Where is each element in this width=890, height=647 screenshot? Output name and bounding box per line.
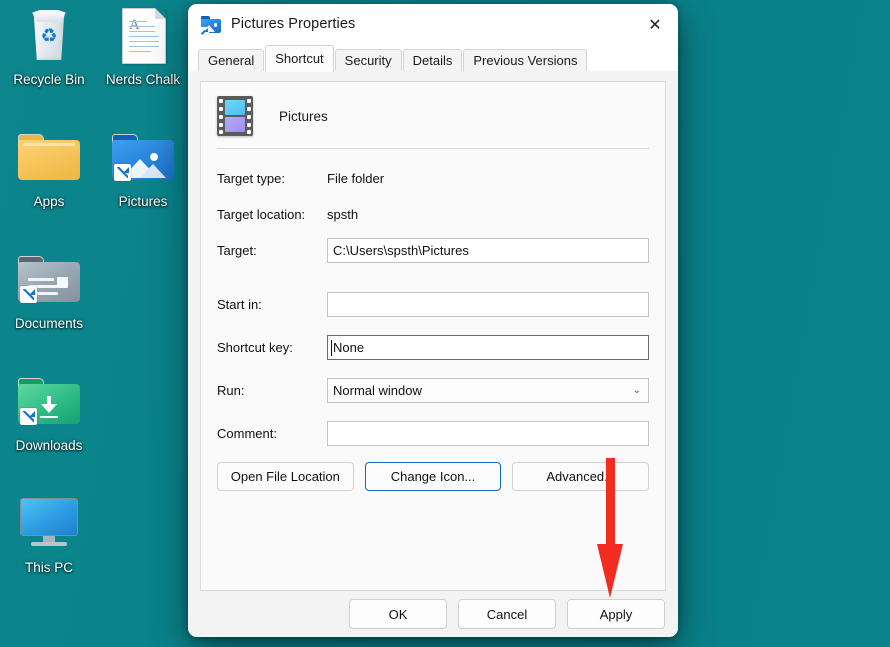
pictures-shortcut-icon xyxy=(201,16,221,34)
pictures-properties-dialog: Pictures Properties ✕ General Shortcut S… xyxy=(188,4,678,637)
text-document-icon: A xyxy=(96,6,190,68)
apply-button[interactable]: Apply xyxy=(567,599,665,629)
desktop-icon-this-pc[interactable]: This PC xyxy=(2,494,96,576)
field-target: Target: C:\Users\spsth\Pictures xyxy=(201,235,665,265)
documents-folder-icon xyxy=(2,250,96,312)
field-label: Start in: xyxy=(217,297,327,312)
desktop-icon-label: This PC xyxy=(2,560,96,576)
target-input[interactable]: C:\Users\spsth\Pictures xyxy=(327,238,649,263)
downloads-folder-icon xyxy=(2,372,96,434)
dialog-titlebar[interactable]: Pictures Properties ✕ xyxy=(188,4,678,46)
desktop-icon-apps[interactable]: Apps xyxy=(2,128,96,210)
desktop-icon-label: Nerds Chalk xyxy=(96,72,190,88)
tab-previous-versions[interactable]: Previous Versions xyxy=(463,49,587,71)
field-label: Target type: xyxy=(217,171,327,186)
shortcut-badge-icon xyxy=(20,408,37,425)
desktop-icon-label: Pictures xyxy=(96,194,190,210)
field-label: Comment: xyxy=(217,426,327,441)
desktop-icon-label: Documents xyxy=(2,316,96,332)
shortcut-badge-icon xyxy=(114,164,131,181)
close-icon[interactable]: ✕ xyxy=(632,4,678,46)
desktop-icon-pictures[interactable]: Pictures xyxy=(96,128,190,210)
run-select[interactable]: Normal window ⌄ xyxy=(327,378,649,403)
start-in-input[interactable] xyxy=(327,292,649,317)
cancel-button[interactable]: Cancel xyxy=(458,599,556,629)
desktop-icon-recycle-bin[interactable]: ♻ Recycle Bin xyxy=(2,6,96,88)
shortcut-key-input[interactable]: None xyxy=(327,335,649,360)
field-comment: Comment: xyxy=(201,418,665,448)
desktop-icon-downloads[interactable]: Downloads xyxy=(2,372,96,454)
open-file-location-button[interactable]: Open File Location xyxy=(217,462,354,491)
field-start-in: Start in: xyxy=(201,289,665,319)
film-strip-icon xyxy=(217,96,253,136)
field-value: File folder xyxy=(327,171,384,186)
panel-button-row: Open File Location Change Icon... Advanc… xyxy=(201,448,665,491)
pictures-folder-icon xyxy=(96,128,190,190)
tab-details[interactable]: Details xyxy=(403,49,463,71)
field-label: Run: xyxy=(217,383,327,398)
tab-shortcut[interactable]: Shortcut xyxy=(265,45,333,72)
advanced-button[interactable]: Advanced... xyxy=(512,462,649,491)
field-label: Target location: xyxy=(217,207,327,222)
recycle-bin-icon: ♻ xyxy=(2,6,96,68)
field-target-location: Target location: spsth xyxy=(201,199,665,229)
chevron-down-icon: ⌄ xyxy=(633,379,643,402)
field-label: Target: xyxy=(217,243,327,258)
desktop-icon-label: Downloads xyxy=(2,438,96,454)
dialog-footer: OK Cancel Apply xyxy=(188,591,678,637)
field-value: spsth xyxy=(327,207,358,222)
yellow-folder-icon xyxy=(2,128,96,190)
tab-general[interactable]: General xyxy=(198,49,264,71)
shortcut-header: Pictures xyxy=(201,82,665,136)
desktop-icon-label: Apps xyxy=(2,194,96,210)
run-select-value: Normal window xyxy=(333,379,422,402)
field-target-type: Target type: File folder xyxy=(201,163,665,193)
comment-input[interactable] xyxy=(327,421,649,446)
desktop-icon-nerds-chalk[interactable]: A Nerds Chalk xyxy=(96,6,190,88)
monitor-icon xyxy=(2,494,96,556)
field-run: Run: Normal window ⌄ xyxy=(201,375,665,405)
field-shortcut-key: Shortcut key: None xyxy=(201,332,665,362)
header-divider xyxy=(217,148,649,149)
tab-strip: General Shortcut Security Details Previo… xyxy=(188,46,678,71)
dialog-title: Pictures Properties xyxy=(231,16,355,32)
field-label: Shortcut key: xyxy=(217,340,327,355)
shortcut-tab-panel: Pictures Target type: File folder Target… xyxy=(200,81,666,591)
tab-security[interactable]: Security xyxy=(335,49,402,71)
ok-button[interactable]: OK xyxy=(349,599,447,629)
change-icon-button[interactable]: Change Icon... xyxy=(365,462,502,491)
shortcut-name: Pictures xyxy=(279,109,328,124)
desktop-icon-documents[interactable]: Documents xyxy=(2,250,96,332)
desktop-icon-label: Recycle Bin xyxy=(2,72,96,88)
shortcut-badge-icon xyxy=(20,286,37,303)
